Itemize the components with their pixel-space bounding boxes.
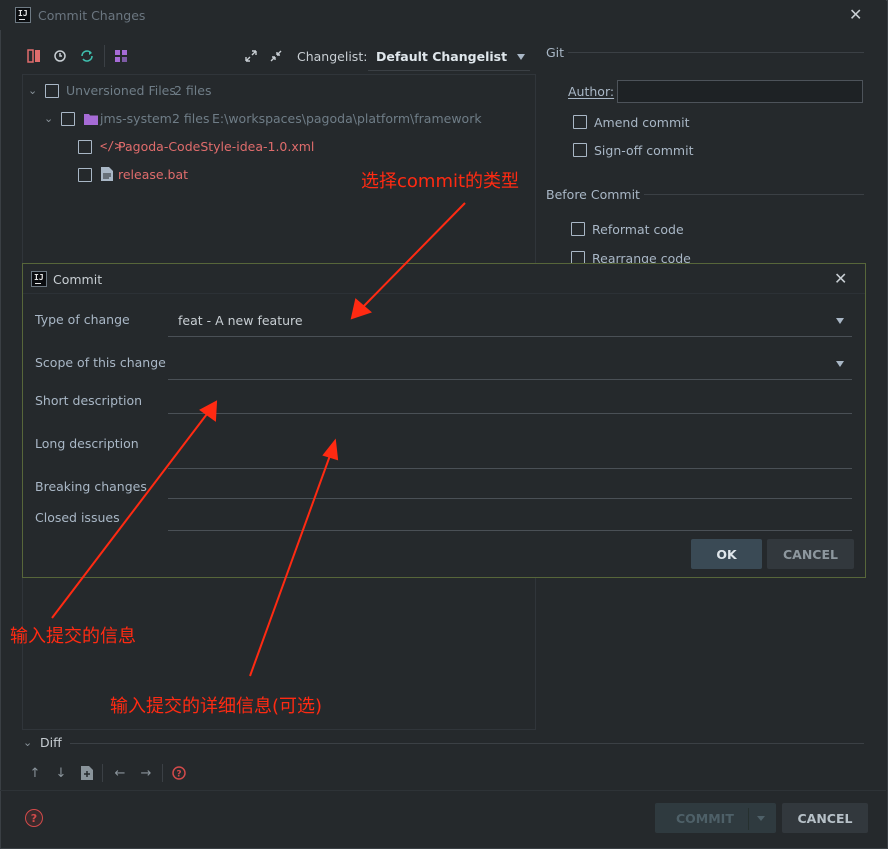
- reformat-code-label: Reformat code: [592, 222, 684, 237]
- file-checkbox[interactable]: [78, 140, 92, 154]
- arrow-up-icon[interactable]: ↑: [27, 765, 43, 781]
- git-section-header: Git: [546, 45, 565, 60]
- module-label: jms-system: [100, 111, 172, 126]
- diff-toolbar-divider: [162, 764, 163, 782]
- ok-button[interactable]: OK: [691, 539, 762, 569]
- author-label: Author:: [568, 84, 615, 99]
- reformat-code-checkbox[interactable]: [571, 222, 585, 236]
- type-of-change-value: feat - A new feature: [178, 313, 303, 328]
- breaking-changes-label: Breaking changes: [35, 479, 147, 494]
- folder-icon: [84, 112, 98, 128]
- annotation-input-detail: 输入提交的详细信息(可选): [110, 696, 323, 717]
- amend-commit-checkbox[interactable]: [573, 115, 587, 129]
- window-title: Commit Changes: [38, 8, 146, 23]
- field-underline: [168, 413, 852, 414]
- show-diff-icon[interactable]: [26, 48, 42, 64]
- commit-dialog-close-icon[interactable]: ✕: [834, 271, 847, 287]
- rollback-icon[interactable]: [52, 48, 68, 64]
- arrow-down-icon[interactable]: ↓: [53, 765, 69, 781]
- signoff-commit-label: Sign-off commit: [594, 143, 694, 158]
- author-input[interactable]: [617, 80, 863, 103]
- field-underline: [168, 498, 852, 499]
- commit-template-dialog: IJ Commit ✕ Type of change feat - A new …: [22, 263, 866, 578]
- git-header-divider: [568, 52, 864, 53]
- module-checkbox[interactable]: [61, 112, 75, 126]
- diff-toolbar-divider: [102, 764, 103, 782]
- toolbar-divider: [104, 45, 105, 67]
- commit-split-divider: [748, 808, 749, 830]
- unversioned-files-label: Unversioned Files: [66, 83, 176, 98]
- signoff-commit-checkbox[interactable]: [573, 143, 587, 157]
- changelist-label: Changelist:: [297, 49, 368, 64]
- cancel-button[interactable]: CANCEL: [782, 803, 868, 833]
- commit-button[interactable]: COMMIT: [655, 803, 776, 833]
- commit-dialog-titlebar: IJ Commit ✕: [23, 264, 865, 294]
- collapse-all-icon[interactable]: [268, 48, 284, 64]
- chevron-down-icon[interactable]: ⌄: [28, 84, 37, 97]
- unversioned-files-checkbox[interactable]: [45, 84, 59, 98]
- module-count: 2 files: [172, 111, 210, 126]
- annotation-select-type: 选择commit的类型: [361, 171, 520, 192]
- group-by-icon[interactable]: [113, 48, 129, 64]
- window-close-icon[interactable]: ✕: [849, 7, 862, 23]
- unversioned-files-count: 2 files: [174, 83, 212, 98]
- text-file-icon: [101, 167, 113, 184]
- arrow-left-icon[interactable]: ←: [112, 765, 128, 781]
- commit-dialog-title: Commit: [53, 272, 103, 287]
- chevron-down-icon: [517, 54, 525, 60]
- commit-button-label: COMMIT: [676, 811, 734, 826]
- intellij-logo-icon: IJ: [15, 7, 31, 23]
- field-underline: [168, 468, 852, 469]
- chevron-down-icon[interactable]: ⌄: [44, 112, 53, 125]
- short-description-input[interactable]: [168, 390, 852, 414]
- chevron-down-icon[interactable]: [757, 816, 765, 821]
- svg-text:?: ?: [176, 770, 181, 780]
- type-of-change-label: Type of change: [35, 312, 130, 327]
- breaking-changes-input[interactable]: [168, 474, 852, 499]
- chevron-down-icon: [836, 318, 844, 324]
- module-path: E:\workspaces\pagoda\platform\framework: [212, 111, 482, 126]
- file-checkbox[interactable]: [78, 168, 92, 182]
- window-titlebar: IJ Commit Changes ✕: [0, 0, 886, 30]
- before-commit-header: Before Commit: [546, 187, 640, 202]
- dialog-cancel-button[interactable]: CANCEL: [767, 539, 854, 569]
- field-underline: [168, 379, 852, 380]
- changelist-value: Default Changelist: [376, 49, 508, 64]
- diff-file-icon[interactable]: [79, 765, 95, 781]
- diff-divider: [70, 743, 864, 744]
- chevron-down-icon[interactable]: ⌄: [23, 736, 32, 749]
- help-icon[interactable]: ?: [25, 809, 43, 827]
- arrow-right-icon[interactable]: →: [138, 765, 154, 781]
- closed-issues-input[interactable]: [168, 505, 852, 531]
- field-underline: [168, 530, 852, 531]
- long-description-input[interactable]: [168, 420, 852, 469]
- short-description-label: Short description: [35, 393, 143, 408]
- scope-label: Scope of this change: [35, 355, 166, 370]
- chevron-down-icon: [836, 361, 844, 367]
- long-description-label: Long description: [35, 436, 139, 451]
- before-commit-divider: [644, 194, 864, 195]
- amend-commit-label: Amend commit: [594, 115, 690, 130]
- field-underline: [168, 336, 852, 337]
- scope-select[interactable]: [168, 347, 852, 380]
- intellij-logo-icon: IJ: [31, 271, 47, 287]
- tree-file-name[interactable]: Pagoda-CodeStyle-idea-1.0.xml: [118, 139, 314, 154]
- tree-file-name[interactable]: release.bat: [118, 167, 188, 182]
- diff-section-label: Diff: [40, 735, 62, 750]
- refresh-icon[interactable]: [79, 48, 95, 64]
- footer-divider: [0, 790, 886, 791]
- changelist-select[interactable]: Default Changelist: [368, 43, 530, 71]
- diff-help-icon[interactable]: ?: [171, 765, 187, 781]
- closed-issues-label: Closed issues: [35, 510, 120, 525]
- type-of-change-select[interactable]: feat - A new feature: [168, 304, 852, 337]
- annotation-input-info: 输入提交的信息: [10, 626, 136, 647]
- expand-all-icon[interactable]: [243, 48, 259, 64]
